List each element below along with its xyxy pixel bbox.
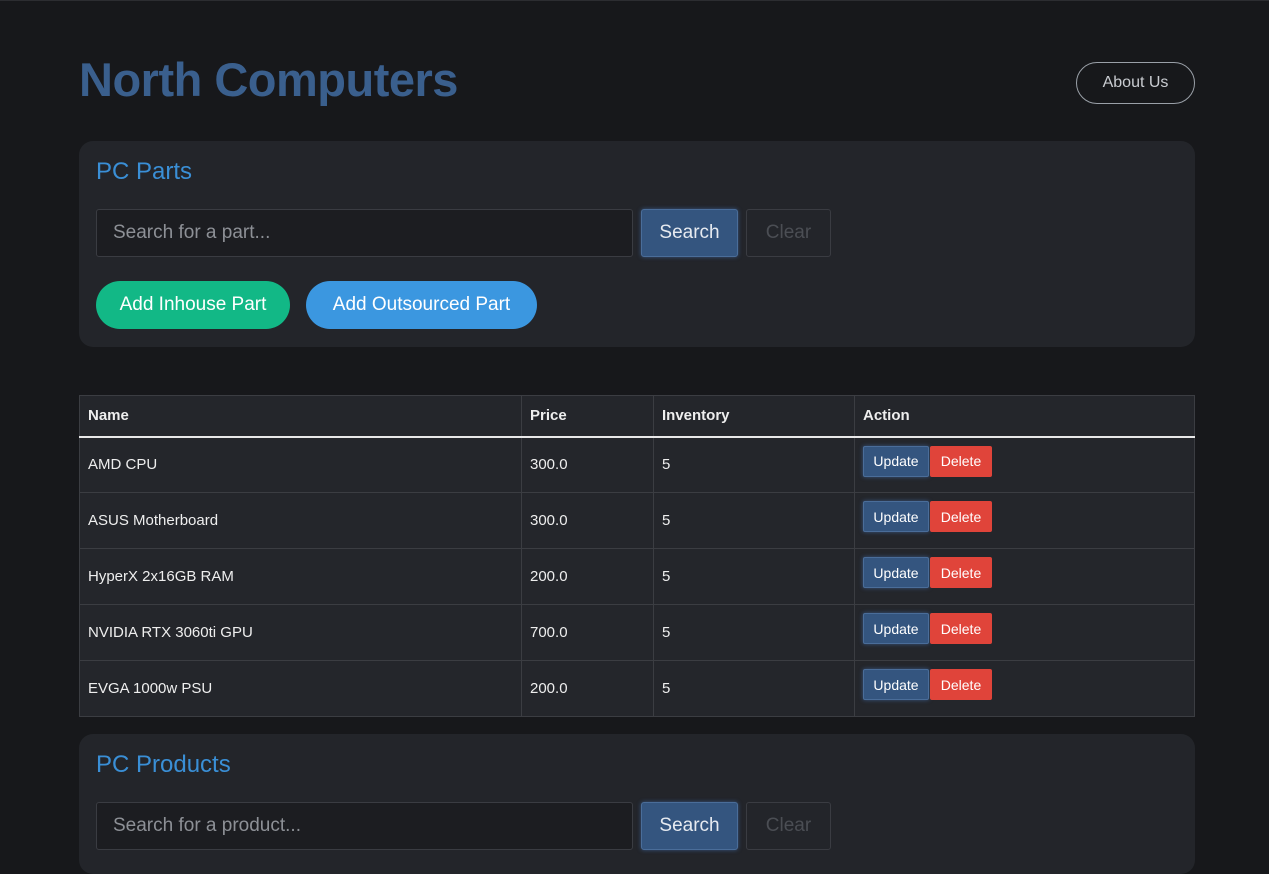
update-part-button[interactable]: Update [863, 669, 929, 700]
part-price-cell: 200.0 [521, 660, 654, 717]
brand-title: North Computers [79, 53, 458, 106]
part-search-input[interactable] [96, 209, 633, 257]
part-action-cell: Update Delete [854, 436, 1195, 493]
column-header-inventory: Inventory [653, 395, 855, 438]
parts-table: Name Price Inventory Action AMD CPU 300.… [79, 395, 1195, 717]
table-row: AMD CPU 300.0 5 Update Delete [79, 436, 1195, 493]
column-header-name: Name [79, 395, 522, 438]
add-inhouse-part-button[interactable]: Add Inhouse Part [96, 281, 290, 329]
table-row: EVGA 1000w PSU 200.0 5 Update Delete [79, 660, 1195, 717]
column-header-price: Price [521, 395, 654, 438]
products-panel: PC Products Search Clear [79, 734, 1195, 874]
parts-panel-title: PC Parts [96, 158, 193, 185]
delete-part-button[interactable]: Delete [930, 557, 992, 588]
delete-part-button[interactable]: Delete [930, 669, 992, 700]
part-search-button[interactable]: Search [641, 209, 738, 257]
part-name-cell: NVIDIA RTX 3060ti GPU [79, 604, 522, 661]
product-search-input[interactable] [96, 802, 633, 850]
delete-part-button[interactable]: Delete [930, 445, 992, 477]
part-inventory-cell: 5 [653, 548, 855, 605]
part-price-cell: 300.0 [521, 436, 654, 493]
part-action-cell: Update Delete [854, 660, 1195, 717]
part-price-cell: 300.0 [521, 492, 654, 549]
part-name-cell: EVGA 1000w PSU [79, 660, 522, 717]
parts-panel: PC Parts Search Clear Add Inhouse Part A… [79, 141, 1195, 347]
part-inventory-cell: 5 [653, 604, 855, 661]
part-name-cell: AMD CPU [79, 436, 522, 493]
part-clear-button[interactable]: Clear [746, 209, 831, 257]
part-action-cell: Update Delete [854, 604, 1195, 661]
parts-table-header-row: Name Price Inventory Action [79, 395, 1195, 438]
table-row: ASUS Motherboard 300.0 5 Update Delete [79, 492, 1195, 549]
part-name-cell: HyperX 2x16GB RAM [79, 548, 522, 605]
part-price-cell: 200.0 [521, 548, 654, 605]
table-row: HyperX 2x16GB RAM 200.0 5 Update Delete [79, 548, 1195, 605]
update-part-button[interactable]: Update [863, 557, 929, 588]
part-inventory-cell: 5 [653, 660, 855, 717]
column-header-action: Action [854, 395, 1195, 438]
table-row: NVIDIA RTX 3060ti GPU 700.0 5 Update Dele… [79, 604, 1195, 661]
update-part-button[interactable]: Update [863, 613, 929, 644]
product-clear-button[interactable]: Clear [746, 802, 831, 850]
about-us-button[interactable]: About Us [1076, 62, 1195, 104]
update-part-button[interactable]: Update [863, 445, 929, 477]
part-action-cell: Update Delete [854, 492, 1195, 549]
update-part-button[interactable]: Update [863, 501, 929, 532]
part-inventory-cell: 5 [653, 436, 855, 493]
product-search-button[interactable]: Search [641, 802, 738, 850]
part-name-cell: ASUS Motherboard [79, 492, 522, 549]
parts-table-container: Name Price Inventory Action AMD CPU 300.… [79, 395, 1195, 717]
part-inventory-cell: 5 [653, 492, 855, 549]
products-panel-title: PC Products [96, 751, 231, 778]
delete-part-button[interactable]: Delete [930, 613, 992, 644]
part-action-cell: Update Delete [854, 548, 1195, 605]
part-price-cell: 700.0 [521, 604, 654, 661]
add-outsourced-part-button[interactable]: Add Outsourced Part [306, 281, 537, 329]
delete-part-button[interactable]: Delete [930, 501, 992, 532]
